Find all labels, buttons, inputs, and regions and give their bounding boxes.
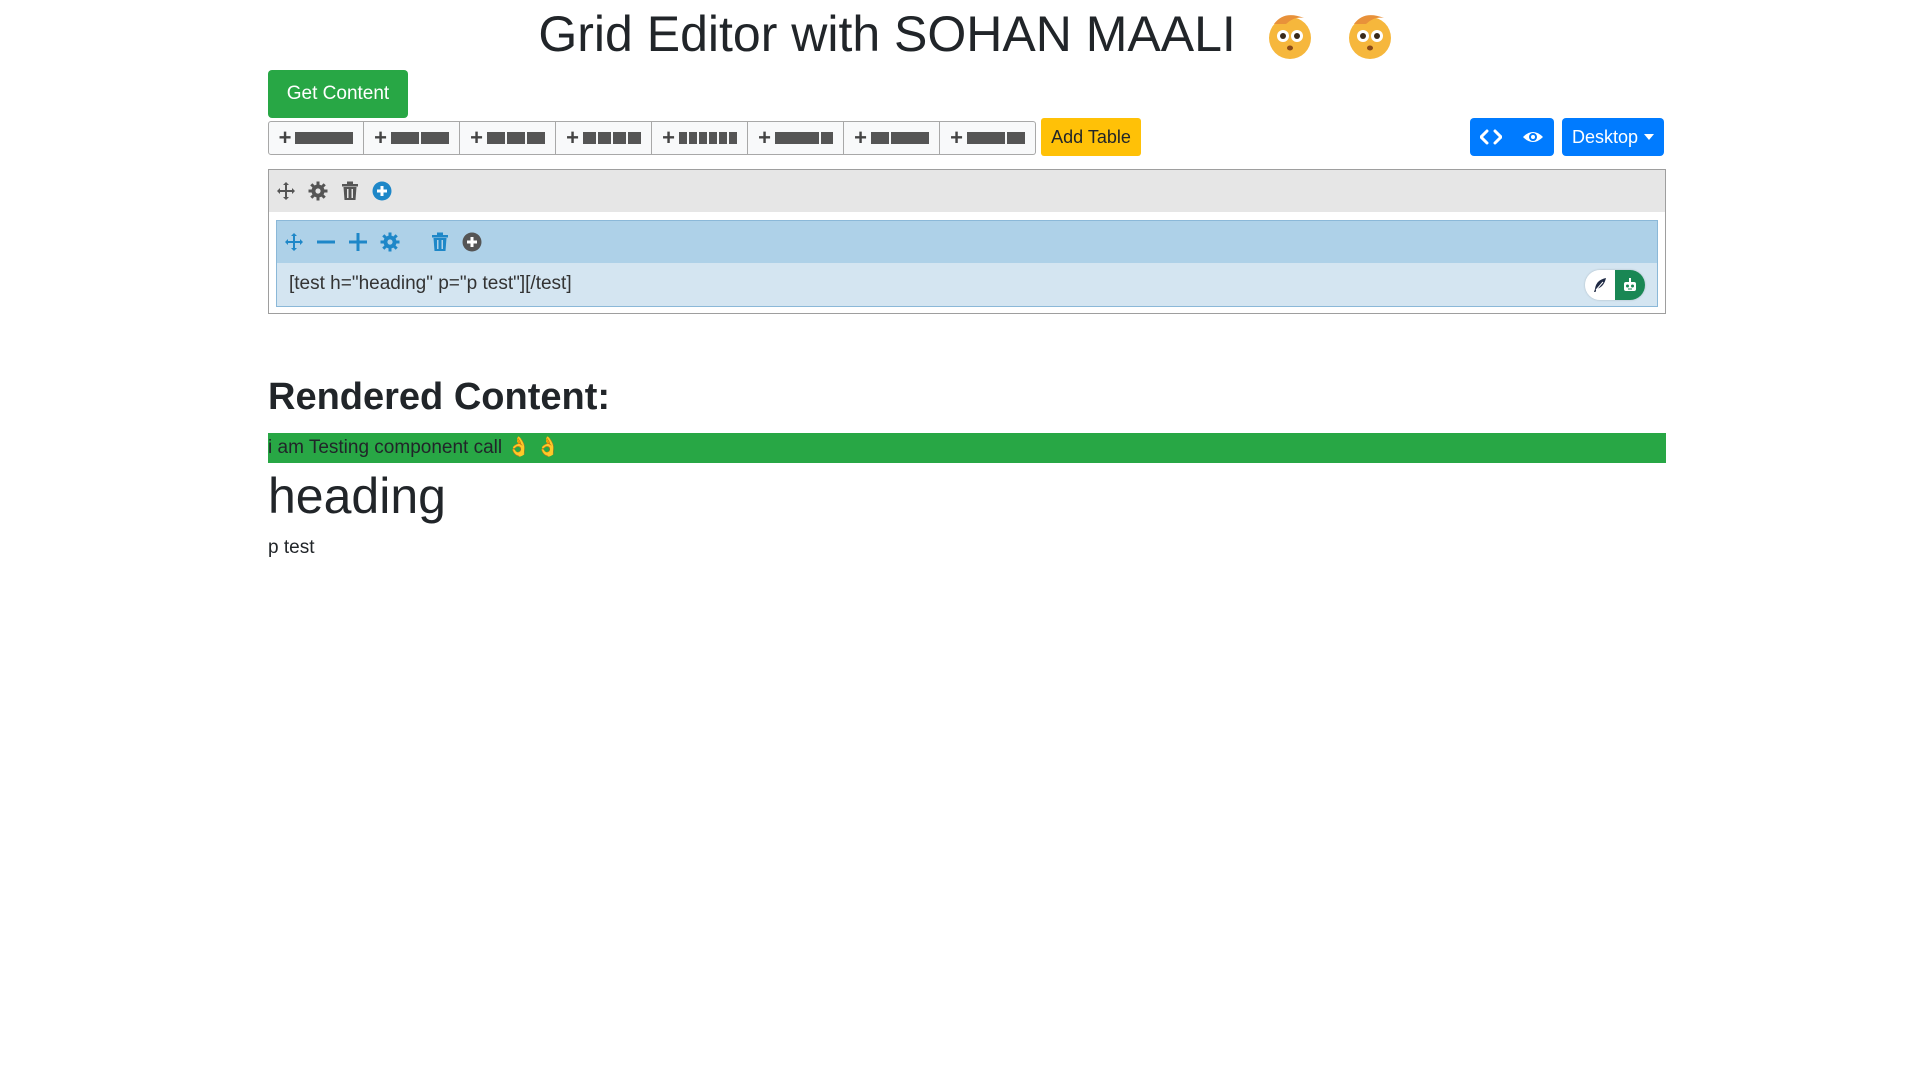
page-title-text: Grid Editor with SOHAN MAALI xyxy=(538,6,1236,62)
get-content-button[interactable]: Get Content xyxy=(268,70,408,118)
column-content[interactable]: [test h="heading" p="p test"][/test] xyxy=(289,273,572,295)
view-mode-group xyxy=(1470,118,1554,156)
robot-icon[interactable] xyxy=(1615,270,1645,300)
plus-icon: + xyxy=(566,125,579,150)
gear-icon[interactable] xyxy=(307,180,329,202)
plus-icon: + xyxy=(950,125,963,150)
grid-layout-button-3[interactable]: + xyxy=(460,121,556,155)
row-toolbar xyxy=(269,170,1665,212)
grid-layout-button-7[interactable]: + xyxy=(844,121,940,155)
layout-preview-icon xyxy=(582,132,641,144)
plus-icon[interactable] xyxy=(347,231,369,253)
grid-layout-button-2[interactable]: + xyxy=(364,121,460,155)
trash-icon[interactable] xyxy=(339,180,361,202)
layout-preview-icon xyxy=(966,132,1025,144)
layout-preview-icon xyxy=(486,132,545,144)
gear-icon[interactable] xyxy=(379,231,401,253)
component-paragraph: p test xyxy=(268,537,315,558)
grid-layout-button-5[interactable]: + xyxy=(652,121,748,155)
grid-layout-button-8[interactable]: + xyxy=(940,121,1036,155)
layout-preview-icon xyxy=(390,132,449,144)
eye-icon xyxy=(1523,132,1543,142)
preview-button[interactable] xyxy=(1512,118,1554,156)
grid-layout-toolbar: + + + + + + + + xyxy=(268,121,1036,155)
trash-icon[interactable] xyxy=(429,231,451,253)
column-action-pill xyxy=(1585,270,1645,300)
plus-icon: + xyxy=(758,125,771,150)
component-heading: heading xyxy=(268,468,446,524)
plus-icon: + xyxy=(470,125,483,150)
page-title: Grid Editor with SOHAN MAALI xyxy=(268,4,1666,64)
minus-icon[interactable] xyxy=(315,231,337,253)
face-emoji-icon xyxy=(1348,14,1391,59)
add-table-button[interactable]: Add Table xyxy=(1041,118,1141,156)
add-column-icon[interactable] xyxy=(371,180,393,202)
add-row-icon[interactable] xyxy=(461,231,483,253)
grid-layout-button-6[interactable]: + xyxy=(748,121,844,155)
component-banner: i am Testing component call 👌 👌 xyxy=(268,433,1666,463)
move-icon[interactable] xyxy=(275,180,297,202)
layout-preview-icon xyxy=(295,132,354,144)
plus-icon: + xyxy=(374,125,387,150)
layout-preview-icon xyxy=(678,132,737,144)
grid-column: [test h="heading" p="p test"][/test] xyxy=(276,220,1658,307)
face-emoji-icon xyxy=(1268,14,1311,59)
code-icon xyxy=(1480,129,1502,145)
grid-layout-button-4[interactable]: + xyxy=(556,121,652,155)
device-label: Desktop xyxy=(1571,126,1639,147)
layout-preview-icon xyxy=(774,132,833,144)
code-view-button[interactable] xyxy=(1470,118,1512,156)
plus-icon: + xyxy=(662,125,675,150)
device-dropdown-button[interactable]: Desktop xyxy=(1562,118,1664,156)
layout-preview-icon xyxy=(870,132,929,144)
move-icon[interactable] xyxy=(283,231,305,253)
grid-layout-button-1[interactable]: + xyxy=(268,121,364,155)
column-toolbar xyxy=(277,221,1657,263)
grid-row: [test h="heading" p="p test"][/test] xyxy=(268,169,1666,314)
rendered-content-heading: Rendered Content: xyxy=(268,376,610,418)
feather-icon[interactable] xyxy=(1585,270,1615,300)
caret-down-icon xyxy=(1644,134,1655,140)
plus-icon: + xyxy=(854,125,867,150)
plus-icon: + xyxy=(278,125,292,150)
